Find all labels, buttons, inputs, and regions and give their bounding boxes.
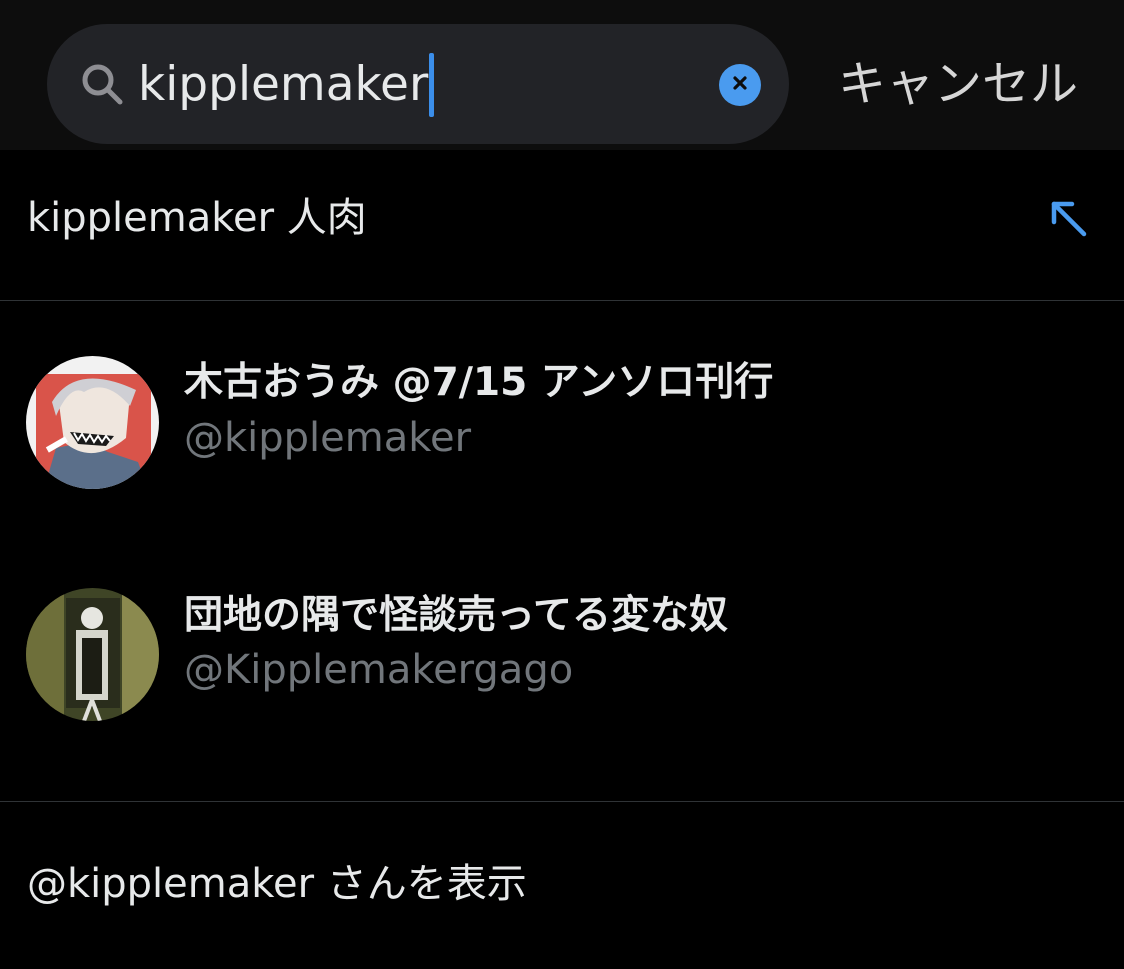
clear-icon [732, 75, 748, 95]
cancel-button[interactable]: キャンセル [838, 54, 1078, 114]
arrow-up-left-icon[interactable] [1046, 196, 1090, 240]
text-caret [429, 53, 435, 117]
search-input[interactable]: kipplemaker [138, 50, 678, 120]
user-handle: @Kipplemakergago [184, 647, 574, 693]
user-display-name: 団地の隅で怪談売ってる変な奴 [184, 593, 729, 638]
user-result-kipplemaker[interactable] [0, 322, 1124, 522]
search-input-value: kipplemaker [138, 57, 429, 112]
go-to-user-label: @kipplemaker さんを表示 [27, 861, 527, 907]
divider [0, 300, 1124, 301]
avatar [26, 356, 159, 489]
search-icon [80, 62, 124, 106]
clear-search-button[interactable] [719, 64, 761, 106]
suggestion-label: kipplemaker 人肉 [27, 195, 367, 241]
user-handle: @kipplemaker [184, 415, 472, 461]
user-display-name: 木古おうみ @7/15 アンソロ刊行 [184, 360, 774, 405]
avatar [26, 588, 159, 721]
